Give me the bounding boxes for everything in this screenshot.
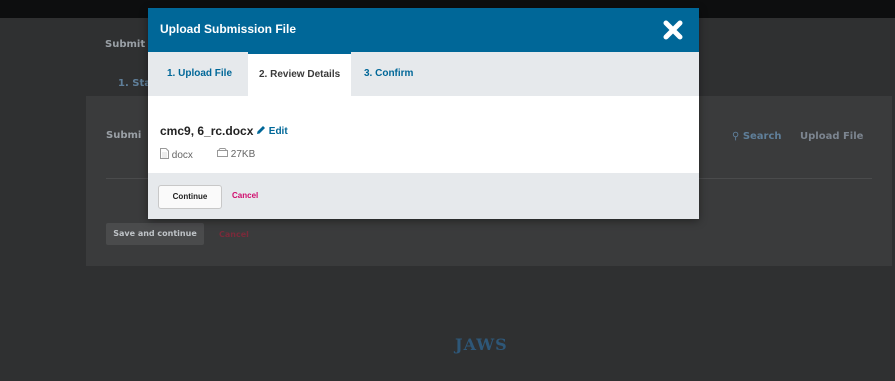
pencil-icon: [257, 126, 265, 134]
storage-icon: [217, 148, 228, 157]
search-label: Search: [742, 131, 782, 142]
edit-link[interactable]: Edit: [256, 125, 288, 137]
save-and-continue-button[interactable]: Save and continue: [106, 223, 204, 245]
modal-tabs: 1. Upload File 2. Review Details 3. Conf…: [148, 52, 699, 96]
file-type: docx: [160, 148, 193, 161]
modal-body: cmc9, 6_rc.docx Edit docx 27KB: [148, 96, 699, 173]
upload-submission-modal: Upload Submission File 1. Upload File 2.…: [148, 8, 699, 219]
file-name: cmc9, 6_rc.docx: [160, 124, 254, 138]
continue-button[interactable]: Continue: [158, 185, 222, 209]
page-heading: Submit: [105, 39, 146, 50]
tab-upload-file[interactable]: 1. Upload File: [156, 52, 243, 96]
cancel-link[interactable]: Cancel: [232, 191, 258, 200]
tab-review-details[interactable]: 2. Review Details: [248, 52, 352, 96]
background-cancel-link[interactable]: Cancel: [219, 230, 249, 239]
modal-title: Upload Submission File: [160, 22, 297, 36]
modal-header: Upload Submission File: [148, 8, 699, 52]
section-title: Submi: [106, 130, 142, 141]
modal-footer: Continue Cancel: [148, 173, 699, 219]
search-icon: ⚲: [732, 131, 740, 142]
file-size: 27KB: [217, 148, 255, 160]
document-icon: [160, 148, 169, 159]
file-size-label: 27KB: [230, 149, 256, 160]
edit-label: Edit: [268, 126, 288, 137]
upload-file-link[interactable]: Upload File: [800, 131, 863, 142]
close-icon: [663, 20, 683, 40]
close-button[interactable]: [661, 18, 685, 42]
search-link[interactable]: ⚲ Search: [732, 131, 782, 142]
journal-logo: JAWS: [455, 335, 508, 354]
file-type-label: docx: [171, 150, 193, 161]
tab-confirm[interactable]: 3. Confirm: [353, 52, 424, 96]
